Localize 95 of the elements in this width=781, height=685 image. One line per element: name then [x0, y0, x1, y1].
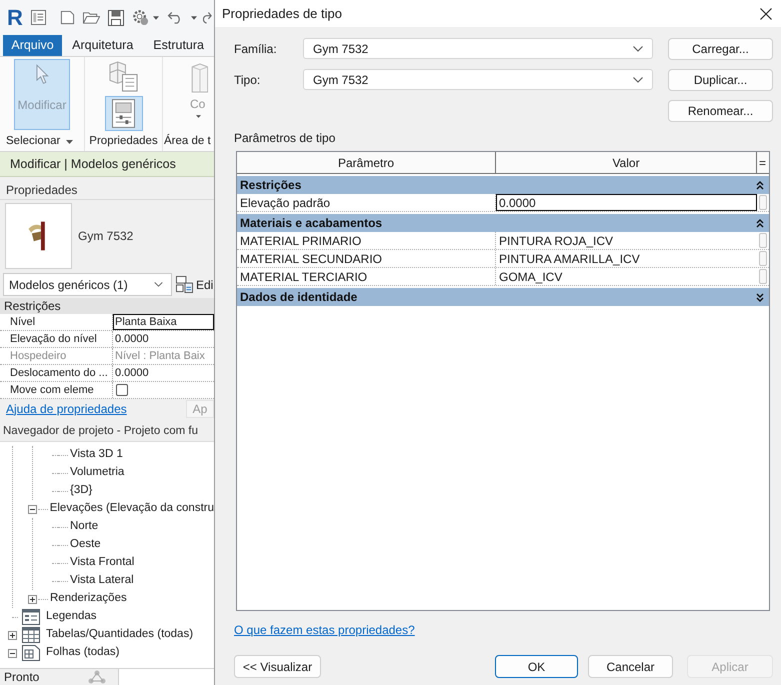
model-preview-drawing	[5, 202, 72, 268]
expand-icon[interactable]	[28, 594, 36, 604]
property-label: Hospedeiro	[10, 350, 66, 362]
panel-title: Propriedades	[6, 184, 78, 196]
caret-icon	[190, 16, 197, 20]
table-icon	[22, 627, 40, 643]
edit-type-button[interactable]: Edi	[176, 273, 214, 296]
preview-button[interactable]: << Visualizar	[234, 655, 321, 678]
property-label: Move com eleme	[10, 384, 94, 396]
help-link[interactable]: Ajuda de propriedades	[6, 402, 127, 414]
sheet-icon	[22, 645, 40, 661]
gear-icon[interactable]	[132, 9, 149, 26]
group-header: Restrições	[4, 300, 61, 312]
chevron-down-icon	[633, 46, 643, 52]
tree-item-label[interactable]: Elevações (Elevação da constru	[50, 503, 214, 515]
dropdown-field[interactable]: Gym 7532	[303, 69, 653, 90]
group-header-row[interactable]: Dados de identidade	[237, 288, 769, 306]
dialog-button[interactable]: OK	[495, 655, 578, 678]
column-header[interactable]: =	[757, 152, 768, 173]
tree-item-label[interactable]: Tabelas/Quantidades (todas)	[46, 629, 194, 641]
parameter-value-cell[interactable]: GOMA_ICV	[496, 268, 757, 285]
dialog-title: Propriedades de tipo	[222, 7, 342, 20]
blank-page-icon[interactable]	[60, 10, 75, 25]
field-label: Família:	[234, 43, 278, 55]
section-label: Parâmetros de tipo	[234, 130, 336, 146]
collapse-icon[interactable]	[756, 218, 764, 228]
panel-label: Selecionar	[6, 136, 60, 148]
status-field[interactable]	[118, 669, 214, 685]
parameter-name: MATERIAL TERCIARIO	[240, 270, 368, 282]
group-header-row[interactable]: Restrições	[237, 176, 769, 194]
collapse-icon[interactable]	[28, 504, 36, 514]
parameter-name: MATERIAL PRIMARIO	[240, 234, 362, 246]
ribbon-tab[interactable]: Estrutura	[143, 35, 214, 56]
cursor-arrow-icon	[36, 64, 48, 85]
dialog-button[interactable]: Duplicar...	[668, 69, 773, 91]
dialog-button[interactable]: Cancelar	[588, 655, 673, 678]
chevron-down-icon	[154, 282, 163, 287]
list-window-icon[interactable]	[30, 10, 46, 25]
group-header-row[interactable]: Materiais e acabamentos	[237, 214, 769, 232]
column-header[interactable]: Valor	[496, 152, 757, 173]
property-value[interactable]: Planta Baixa	[113, 314, 214, 330]
sliders-sheet-icon	[112, 99, 135, 128]
type-selector-dropdown[interactable]: Modelos genéricos (1)	[3, 273, 172, 296]
properties-button[interactable]	[104, 96, 142, 131]
help-link[interactable]: O que fazem estas propriedades?	[234, 622, 415, 638]
parameter-name: Elevação padrão	[240, 196, 330, 208]
tree-item-label[interactable]: Norte	[70, 521, 98, 533]
dropdown-field[interactable]: Gym 7532	[303, 38, 653, 59]
tree-item-label[interactable]: Vista Lateral	[70, 575, 134, 587]
property-label: Elevação do nível	[10, 334, 97, 344]
dialog-button[interactable]: Carregar...	[668, 38, 773, 60]
close-icon[interactable]	[760, 8, 772, 20]
tree-item-label[interactable]: Legendas	[46, 611, 97, 623]
legend-icon	[22, 609, 40, 625]
field-label: Tipo:	[234, 74, 262, 86]
redo-icon[interactable]	[202, 11, 212, 24]
ribbon-tab[interactable]: Arquitetura	[62, 35, 144, 56]
property-value[interactable]: 0.0000	[113, 365, 214, 381]
property-label: Nível	[10, 316, 36, 328]
property-label: Deslocamento do ...	[10, 368, 108, 378]
folder-icon[interactable]	[82, 10, 100, 24]
chevron-down-icon	[633, 76, 643, 82]
network-nodes-icon[interactable]	[88, 670, 106, 684]
dialog-button[interactable]: Renomear...	[668, 100, 773, 122]
panel-title: Navegador de projeto - Projeto com fu	[3, 426, 198, 438]
panel-label: Propriedades	[89, 136, 158, 148]
blocks-sheet-icon	[108, 60, 139, 92]
tree-item-label[interactable]: Volumetria	[70, 467, 124, 479]
tree-item-label[interactable]: Vista 3D 1	[70, 449, 123, 461]
parameter-value-cell[interactable]: PINTURA ROJA_ICV	[496, 232, 757, 249]
type-name: Gym 7532	[78, 228, 134, 244]
collapse-icon[interactable]	[8, 648, 16, 658]
expand-icon[interactable]	[756, 292, 764, 302]
save-icon[interactable]	[108, 10, 124, 26]
tree-item-label[interactable]: Vista Frontal	[70, 557, 134, 569]
app-logo[interactable]: R	[7, 6, 23, 28]
tree-item-label[interactable]: Folhas (todas)	[46, 647, 120, 659]
parameter-value-cell[interactable]: 0.0000	[496, 194, 757, 211]
parameter-value-cell[interactable]: PINTURA AMARILLA_ICV	[496, 250, 757, 267]
tree-item-label[interactable]: Renderizações	[50, 593, 127, 605]
grid-edit-icon	[176, 276, 193, 293]
context-tab-label[interactable]: Modificar | Modelos genéricos	[10, 158, 176, 170]
caret-icon	[196, 115, 201, 118]
expand-icon[interactable]	[8, 630, 16, 640]
column-icon	[190, 63, 208, 94]
collapse-icon[interactable]	[756, 180, 764, 190]
tree-item-label[interactable]: {3D}	[70, 485, 92, 497]
tree-item-label[interactable]: Oeste	[70, 539, 101, 551]
status-text: Pronto	[3, 671, 40, 683]
panel-label: Área de t	[164, 136, 211, 148]
parameter-name: MATERIAL SECUNDARIO	[240, 252, 382, 264]
column-header[interactable]: Parâmetro	[237, 152, 496, 173]
caret-icon	[152, 16, 159, 20]
property-value[interactable]: 0.0000	[113, 331, 214, 347]
checkbox[interactable]	[116, 384, 128, 396]
